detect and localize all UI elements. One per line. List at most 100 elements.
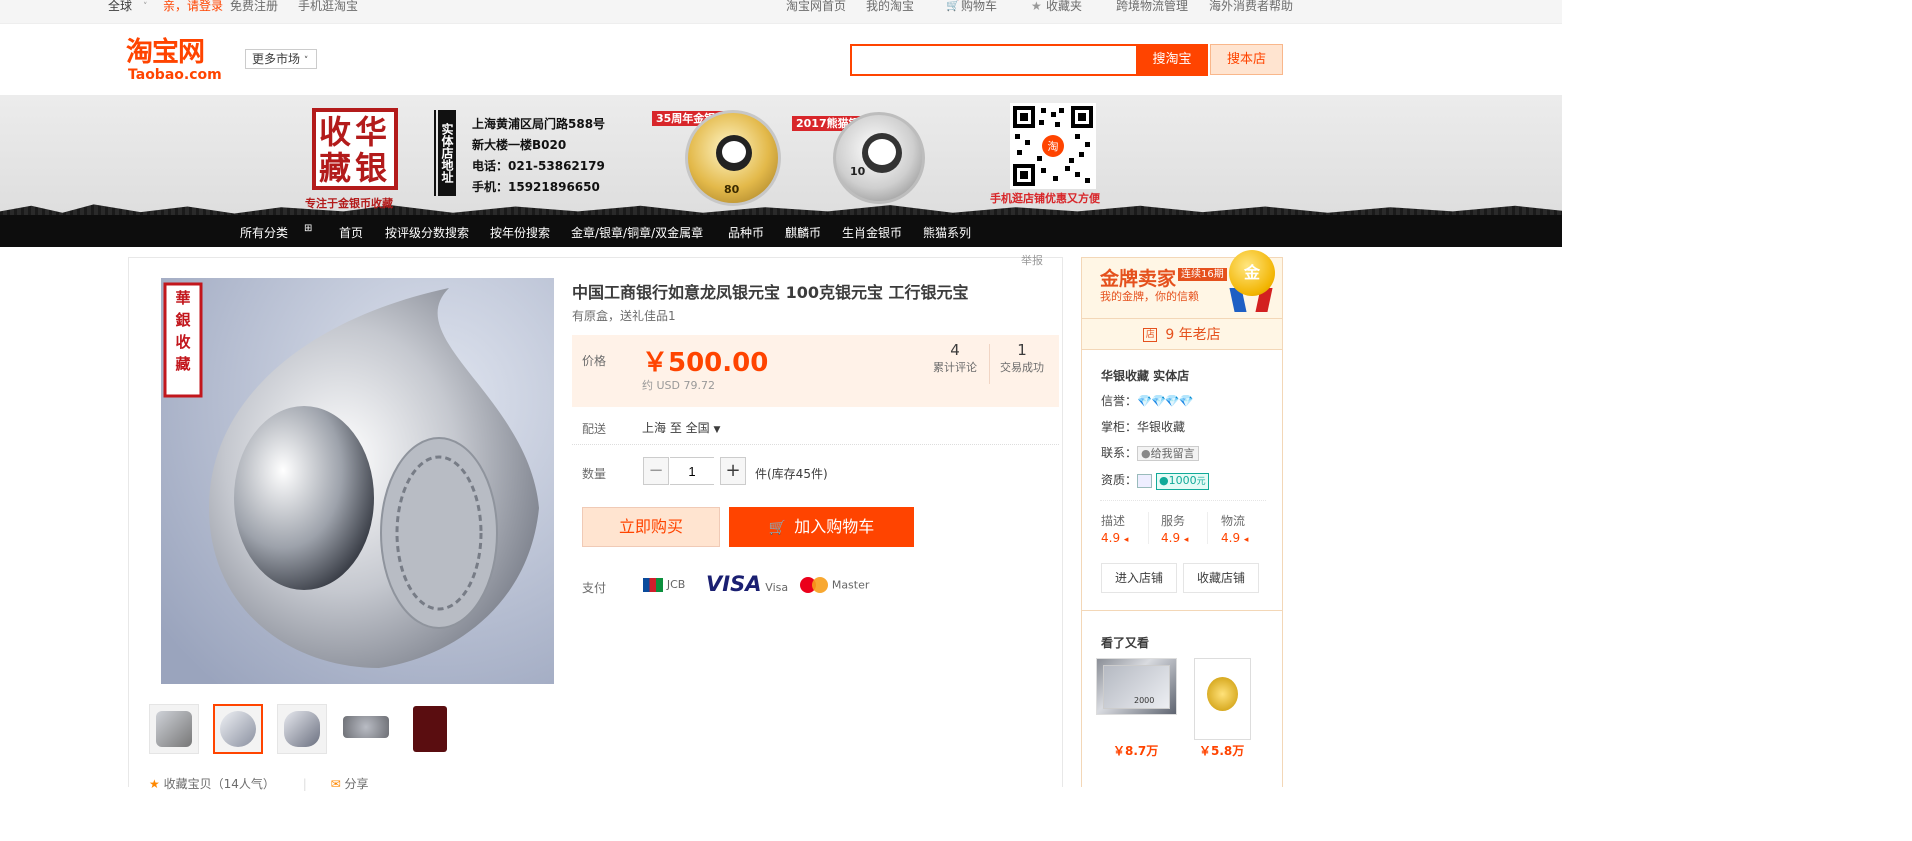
login-link[interactable]: 亲，请登录: [163, 0, 223, 13]
reviews-stat[interactable]: 4 累计评论: [928, 341, 982, 375]
jcb-label: JCB: [666, 578, 686, 591]
qr-caption: 手机逛店铺优惠又方便: [990, 192, 1100, 205]
caret-down-icon: ▼: [713, 425, 721, 435]
share-icon: ✉: [330, 777, 341, 791]
gold-medal-icon: 金: [1229, 250, 1275, 296]
chat-icon: ●: [1141, 447, 1151, 460]
also-viewed-item-1-text: 2000: [1103, 665, 1170, 709]
visa-payment: VISA Visa: [706, 572, 788, 596]
thumbnail-2-selected[interactable]: [213, 704, 263, 754]
star-icon: ★: [1031, 0, 1042, 13]
nav-item-year-search[interactable]: 按年份搜索: [490, 224, 550, 241]
quantity-input[interactable]: [670, 457, 714, 485]
report-link[interactable]: 举报: [1021, 252, 1043, 268]
diamond-rating-icon[interactable]: 💎💎💎💎: [1137, 394, 1194, 408]
nav-item-all-categories[interactable]: 所有分类: [240, 224, 288, 241]
thumbnail-4[interactable]: [341, 704, 391, 754]
product-title: 中国工商银行如意龙凤银元宝 100克银元宝 工行银元宝: [572, 283, 969, 302]
verified-person-icon[interactable]: [1137, 473, 1153, 488]
also-viewed-title: 看了又看: [1101, 636, 1150, 650]
site-header: [0, 24, 1562, 95]
search-shop-button[interactable]: 搜本店: [1210, 44, 1283, 75]
score-description-label: 描述: [1101, 514, 1126, 528]
share-link[interactable]: 分享: [344, 777, 368, 791]
register-link[interactable]: 免费注册: [230, 0, 278, 13]
contact-row: 联系： ●给我留言: [1101, 444, 1199, 461]
favorite-share-row: ★ 收藏宝贝（14人气） | ✉ 分享: [149, 775, 368, 792]
buy-now-button[interactable]: 立即购买: [582, 507, 720, 547]
shipping-destination-selector[interactable]: 上海 至 全国 ▼: [642, 419, 720, 436]
nav-item-variety-coins[interactable]: 品种币: [728, 224, 764, 241]
add-to-cart-button[interactable]: 🛒 加入购物车: [729, 507, 914, 547]
score-logistics-value: 4.9: [1221, 531, 1241, 545]
visa-label: Visa: [765, 581, 789, 594]
price-value: ￥500.00: [642, 348, 769, 378]
shop-name[interactable]: 华银收藏 实体店: [1101, 367, 1189, 384]
nav-item-grade-search[interactable]: 按评级分数搜索: [385, 224, 469, 241]
nav-item-qilin-coins[interactable]: 麒麟币: [785, 224, 821, 241]
cart-icon: 🛒: [768, 520, 787, 536]
favorite-shop-button[interactable]: 收藏店铺: [1183, 563, 1259, 593]
score-service-label: 服务: [1161, 514, 1186, 528]
score-logistics-label: 物流: [1221, 514, 1246, 528]
shop-qr-code[interactable]: 淘: [1010, 103, 1096, 189]
star-icon: ★: [149, 777, 160, 791]
visa-logo-icon: VISA: [706, 572, 762, 596]
gold-seller-title: 金牌卖家: [1100, 268, 1177, 290]
price-label: 价格: [582, 354, 607, 368]
also-viewed-item-2-price[interactable]: ￥5.8万: [1199, 742, 1244, 759]
nav-item-medals[interactable]: 金章/银章/铜章/双金属章: [571, 224, 703, 241]
message-seller-button[interactable]: ●给我留言: [1137, 446, 1199, 461]
shop-banner: [0, 95, 1562, 215]
my-taobao-link[interactable]: 我的淘宝: [866, 0, 914, 13]
store-address-line2: 新大楼一楼B020: [472, 138, 567, 152]
quantity-increase-button[interactable]: +: [720, 457, 746, 485]
nav-item-home[interactable]: 首页: [339, 224, 363, 241]
stock-info: 件(库存45件): [755, 467, 828, 481]
stat-divider: [989, 344, 990, 384]
silver-panda-coin-image[interactable]: 10: [833, 112, 925, 204]
site-top-bar: 全球 ˅ 亲，请登录 免费注册 手机逛淘宝 淘宝网首页 我的淘宝 🛒 购物车 ★…: [0, 0, 1562, 24]
help-link[interactable]: 海外消费者帮助: [1209, 0, 1293, 13]
also-viewed-item-1-image[interactable]: 2000: [1096, 658, 1177, 715]
deals-count: 1: [1017, 341, 1027, 359]
keeper-name[interactable]: 华银收藏: [1137, 420, 1185, 434]
store-phone: 电话：021-53862179: [472, 159, 605, 173]
also-viewed-item-1-price[interactable]: ￥8.7万: [1113, 742, 1158, 759]
chevron-down-icon: ˅: [303, 56, 309, 66]
taobao-home-link[interactable]: 淘宝网首页: [786, 0, 846, 13]
jcb-payment: JCB: [643, 577, 685, 592]
gold-seller-streak-badge: 连续16期: [1178, 268, 1227, 281]
logistics-link[interactable]: 跨境物流管理: [1116, 0, 1188, 13]
shop-icon: 店: [1143, 328, 1158, 342]
thumbnail-3[interactable]: [277, 704, 327, 754]
product-main-image[interactable]: 華銀收藏: [149, 278, 554, 684]
svg-text:淘: 淘: [1048, 140, 1059, 153]
gold-panda-coin-image[interactable]: 80: [685, 110, 781, 206]
deposit-badge[interactable]: ●1000元: [1156, 473, 1209, 490]
quantity-decrease-button[interactable]: −: [643, 457, 669, 485]
region-selector[interactable]: 全球: [108, 0, 132, 13]
nav-item-panda-series[interactable]: 熊猫系列: [923, 224, 971, 241]
favorite-item-link[interactable]: 收藏宝贝（14人气）: [164, 777, 275, 791]
nav-item-zodiac-coins[interactable]: 生肖金银币: [842, 224, 902, 241]
credit-label: 信誉：: [1101, 394, 1138, 408]
divider: [572, 444, 1059, 445]
thumbnail-1[interactable]: [149, 704, 199, 754]
enter-shop-button[interactable]: 进入店铺: [1101, 563, 1177, 593]
taobao-logo[interactable]: 淘宝网 Taobao.com: [126, 38, 228, 84]
cart-link[interactable]: 购物车: [961, 0, 997, 13]
more-market-dropdown[interactable]: 更多市场 ˅: [245, 49, 317, 69]
score-logistics: 物流 4.9 ◂: [1221, 512, 1248, 545]
search-input[interactable]: [850, 44, 1138, 76]
keeper-row: 掌柜：华银收藏: [1101, 418, 1185, 435]
also-viewed-item-2-image[interactable]: [1194, 658, 1251, 740]
favorites-link[interactable]: 收藏夹: [1046, 0, 1082, 13]
thumbnail-5[interactable]: [405, 704, 455, 754]
score-trend-icon: ◂: [1123, 535, 1129, 545]
mobile-taobao-link[interactable]: 手机逛淘宝: [298, 0, 358, 13]
reviews-label: 累计评论: [933, 361, 977, 374]
search-taobao-button[interactable]: 搜淘宝: [1136, 44, 1208, 76]
expand-icon[interactable]: ⊞: [304, 223, 312, 234]
score-service: 服务 4.9 ◂: [1161, 512, 1188, 545]
